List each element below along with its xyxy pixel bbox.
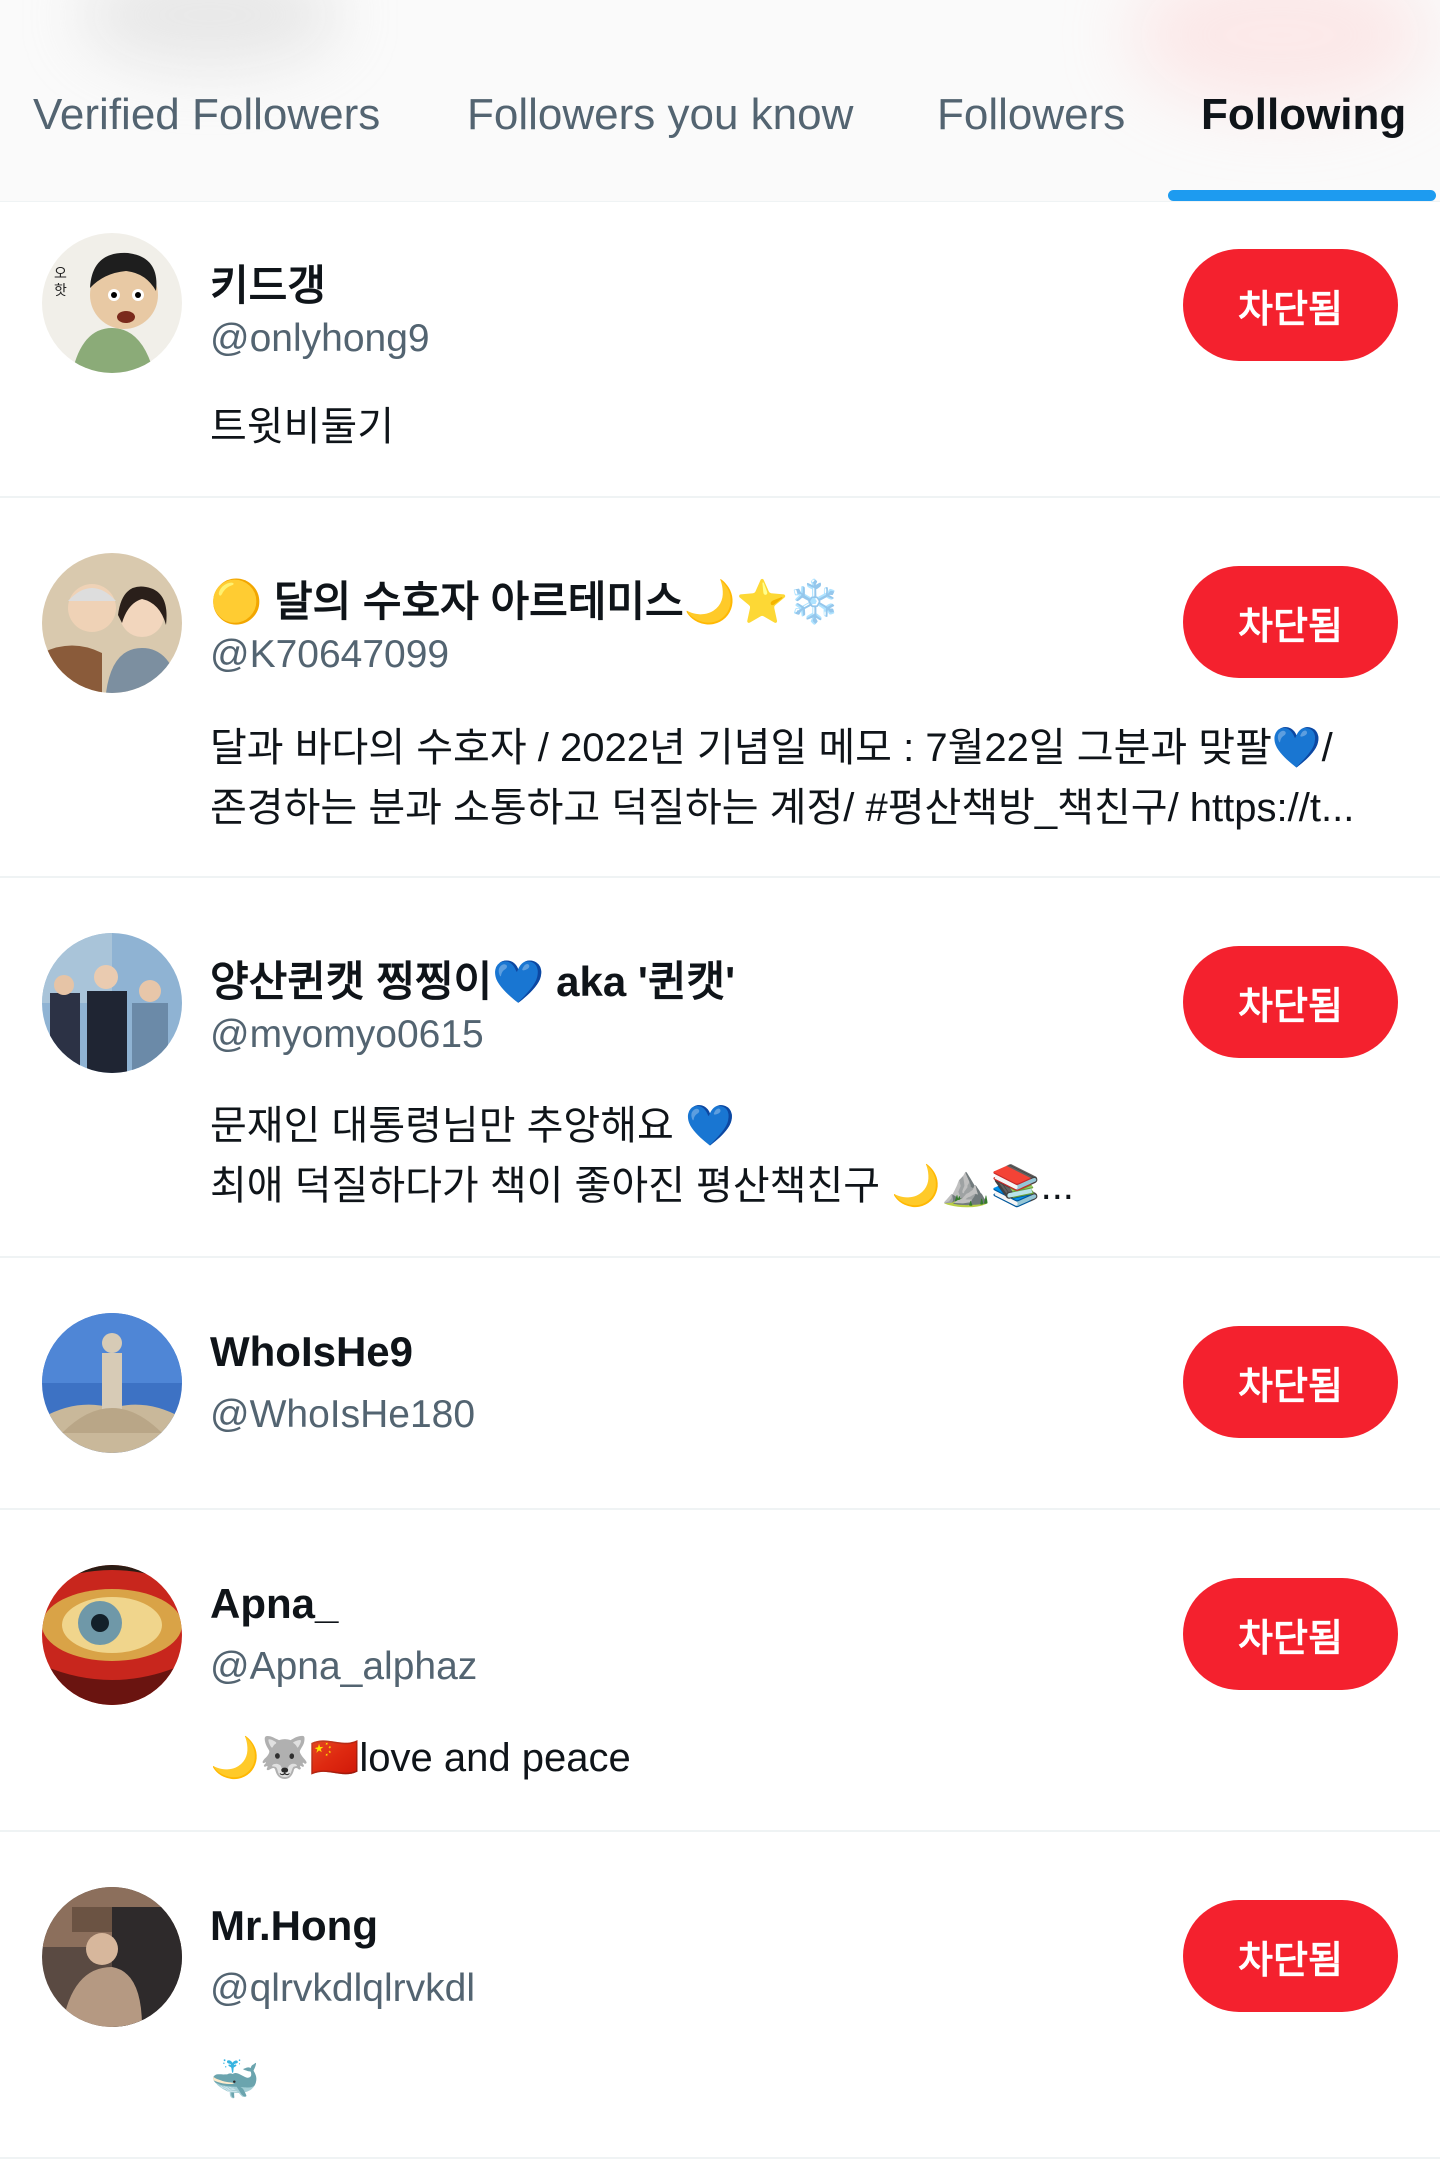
user-bio: 문재인 대통령님만 추앙해요 💙 최애 덕질하다가 책이 좋아진 평산책친구 🌙… bbox=[210, 1096, 1074, 1216]
avatar[interactable]: 오 핫 bbox=[42, 233, 182, 373]
user-handle[interactable]: @WhoIsHe180 bbox=[210, 1393, 475, 1437]
bio-line: 존경하는 분과 소통하고 덕질하는 계정/ #평산책방_책친구/ https:/… bbox=[210, 786, 1355, 830]
user-display-name[interactable]: WhoIsHe9 bbox=[210, 1328, 413, 1376]
blocked-button[interactable]: 차단됨 bbox=[1183, 1900, 1398, 2012]
user-display-name[interactable]: Apna_ bbox=[210, 1580, 338, 1628]
user-row[interactable]: 오 핫 키드갱 @onlyhong9 트윗비둘기 차단됨 bbox=[0, 202, 1440, 498]
bio-line: 트윗비둘기 bbox=[210, 405, 394, 449]
avatar[interactable] bbox=[42, 553, 182, 693]
user-handle[interactable]: @qlrvkdlqlrvkdl bbox=[210, 1967, 475, 2011]
active-tab-indicator bbox=[1168, 190, 1436, 201]
blocked-button[interactable]: 차단됨 bbox=[1183, 1326, 1398, 1438]
user-display-name[interactable]: 🟡 달의 수호자 아르테미스🌙⭐❄️ bbox=[210, 568, 841, 629]
blocked-button[interactable]: 차단됨 bbox=[1183, 566, 1398, 678]
user-row[interactable]: 🟡 달의 수호자 아르테미스🌙⭐❄️ @K70647099 달과 바다의 수호자… bbox=[0, 498, 1440, 878]
svg-text:오: 오 bbox=[54, 266, 67, 282]
user-row[interactable]: WhoIsHe9 @WhoIsHe180 차단됨 bbox=[0, 1258, 1440, 1510]
blocked-button[interactable]: 차단됨 bbox=[1183, 249, 1398, 361]
user-bio: 🌙🐺🇨🇳love and peace bbox=[210, 1728, 631, 1788]
tab-verified-followers[interactable]: Verified Followers bbox=[33, 90, 380, 140]
blocked-button[interactable]: 차단됨 bbox=[1183, 1578, 1398, 1690]
user-handle[interactable]: @myomyo0615 bbox=[210, 1013, 484, 1057]
tab-followers[interactable]: Followers bbox=[937, 90, 1125, 140]
tab-followers-you-know[interactable]: Followers you know bbox=[467, 90, 853, 140]
bio-line: 문재인 대통령님만 추앙해요 💙 bbox=[210, 1104, 735, 1148]
tab-bar: Verified Followers Followers you know Fo… bbox=[0, 0, 1440, 202]
user-bio: 트윗비둘기 bbox=[210, 397, 394, 457]
user-handle[interactable]: @Apna_alphaz bbox=[210, 1645, 477, 1689]
avatar[interactable] bbox=[42, 1887, 182, 2027]
bio-line: 달과 바다의 수호자 / 2022년 기념일 메모 : 7월22일 그분과 맞팔… bbox=[210, 726, 1333, 770]
bio-line: 최애 덕질하다가 책이 좋아진 평산책친구 🌙⛰️📚... bbox=[210, 1164, 1074, 1208]
bio-line: 🌙🐺🇨🇳love and peace bbox=[210, 1736, 631, 1780]
tab-following[interactable]: Following bbox=[1201, 90, 1406, 140]
avatar[interactable] bbox=[42, 1313, 182, 1453]
bio-line: 🐳 bbox=[210, 2058, 260, 2102]
user-bio: 달과 바다의 수호자 / 2022년 기념일 메모 : 7월22일 그분과 맞팔… bbox=[210, 718, 1354, 838]
avatar[interactable] bbox=[42, 1565, 182, 1705]
user-handle[interactable]: @K70647099 bbox=[210, 633, 449, 677]
user-bio: 🐳 bbox=[210, 2050, 260, 2110]
user-row[interactable]: Mr.Hong @qlrvkdlqlrvkdl 🐳 차단됨 bbox=[0, 1832, 1440, 2159]
avatar[interactable] bbox=[42, 933, 182, 1073]
user-row[interactable]: Apna_ @Apna_alphaz 🌙🐺🇨🇳love and peace 차단… bbox=[0, 1510, 1440, 1832]
user-display-name[interactable]: 양산퀸캣 찡찡이💙 aka '퀸캣' bbox=[210, 948, 735, 1009]
user-row[interactable]: 양산퀸캣 찡찡이💙 aka '퀸캣' @myomyo0615 문재인 대통령님만… bbox=[0, 878, 1440, 1258]
svg-text:핫: 핫 bbox=[54, 283, 67, 299]
user-handle[interactable]: @onlyhong9 bbox=[210, 317, 430, 361]
blocked-button[interactable]: 차단됨 bbox=[1183, 946, 1398, 1058]
user-display-name[interactable]: 키드갱 bbox=[210, 252, 326, 313]
user-display-name[interactable]: Mr.Hong bbox=[210, 1902, 378, 1950]
